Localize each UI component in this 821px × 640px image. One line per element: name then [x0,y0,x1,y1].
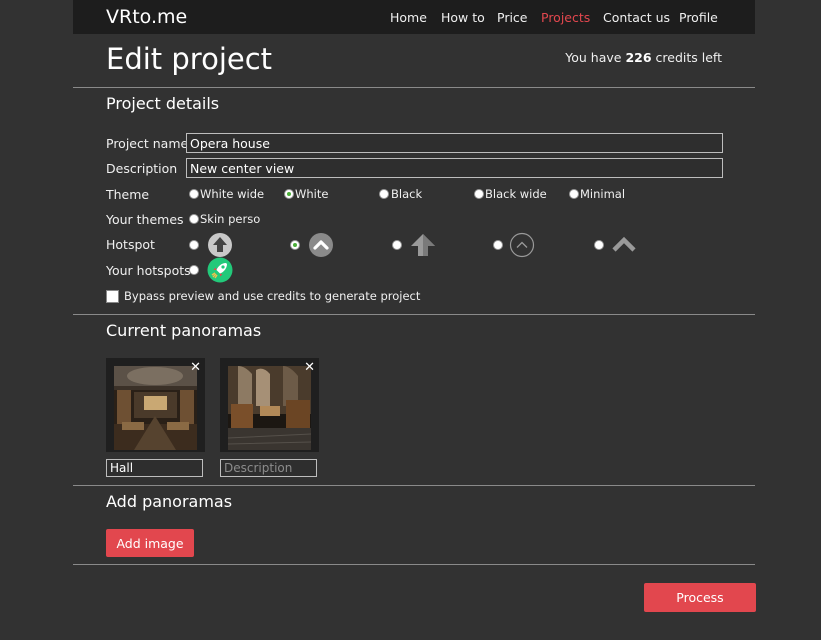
page-title: Edit project [106,42,273,76]
project-name-input[interactable] [186,133,723,153]
hotspot-radio-4[interactable] [493,240,503,250]
nav-how-to[interactable]: How to [441,10,485,25]
chevron-up-outline-icon[interactable] [509,232,535,258]
credits-prefix: You have [565,50,622,65]
add-image-button[interactable]: Add image [106,529,194,557]
divider [73,87,755,88]
bypass-checkbox[interactable] [106,290,119,303]
panorama-card-2: ✕ [220,358,319,452]
theme-label-white: White [295,187,329,201]
hotspot-radio-3[interactable] [392,240,402,250]
theme-label: Theme [106,187,150,202]
divider [73,485,755,486]
hotspot-radio-1[interactable] [189,240,199,250]
remove-panorama-hall-close-icon[interactable]: ✕ [190,361,201,374]
theme-radio-white[interactable] [284,189,294,199]
hotspot-radio-5[interactable] [594,240,604,250]
top-navbar: VRto.me Home How to Price Projects Conta… [73,0,755,34]
your-themes-label: Your themes [106,212,184,227]
description-input[interactable] [186,158,723,178]
theme-label-white-wide: White wide [200,187,265,201]
project-details-title: Project details [106,94,220,113]
chevron-up-circle-icon[interactable] [308,232,334,258]
nav-projects[interactable]: Projects [541,10,590,25]
your-theme-label-skin-perso: Skin perso [200,212,261,226]
rocket-icon[interactable] [207,257,233,283]
process-button[interactable]: Process [644,583,756,612]
add-panoramas-title: Add panoramas [106,492,233,511]
theme-radio-black-wide[interactable] [474,189,484,199]
hotspot-label: Hotspot [106,237,155,252]
project-name-label: Project name [106,136,189,151]
your-hotspots-label: Your hotspots [106,263,191,278]
theme-radio-white-wide[interactable] [189,189,199,199]
theme-radio-black[interactable] [379,189,389,199]
brand-logo[interactable]: VRto.me [106,6,187,28]
divider [73,314,755,315]
nav-home[interactable]: Home [390,10,427,25]
panorama-card-hall: ✕ [106,358,205,452]
your-theme-radio-skin-perso[interactable] [189,214,199,224]
theme-label-black-wide: Black wide [485,187,547,201]
nav-contact-us[interactable]: Contact us [603,10,670,25]
remove-panorama-2-close-icon[interactable]: ✕ [304,361,315,374]
nav-price[interactable]: Price [497,10,528,25]
arrow-up-circle-icon[interactable] [207,232,233,258]
description-label: Description [106,161,178,176]
chevron-up-icon[interactable] [611,232,637,258]
theme-label-minimal: Minimal [580,187,626,201]
theme-radio-minimal[interactable] [569,189,579,199]
arrow-up-3d-icon[interactable] [410,232,436,258]
panorama-description-input-2[interactable] [220,459,317,477]
hotspot-radio-2[interactable] [290,240,300,250]
your-hotspot-radio-1[interactable] [189,265,199,275]
library-hall-image [114,366,197,450]
bypass-label: Bypass preview and use credits to genera… [124,289,421,303]
theme-label-black: Black [391,187,423,201]
panorama-name-input-1[interactable] [106,459,203,477]
current-panoramas-title: Current panoramas [106,321,262,340]
credits-count: 226 [625,50,652,65]
nav-profile[interactable]: Profile [679,10,718,25]
divider [73,564,755,565]
library-aisle-image [228,366,311,450]
credits-suffix: credits left [655,50,722,65]
credits-info: You have 226 credits left [565,50,722,65]
